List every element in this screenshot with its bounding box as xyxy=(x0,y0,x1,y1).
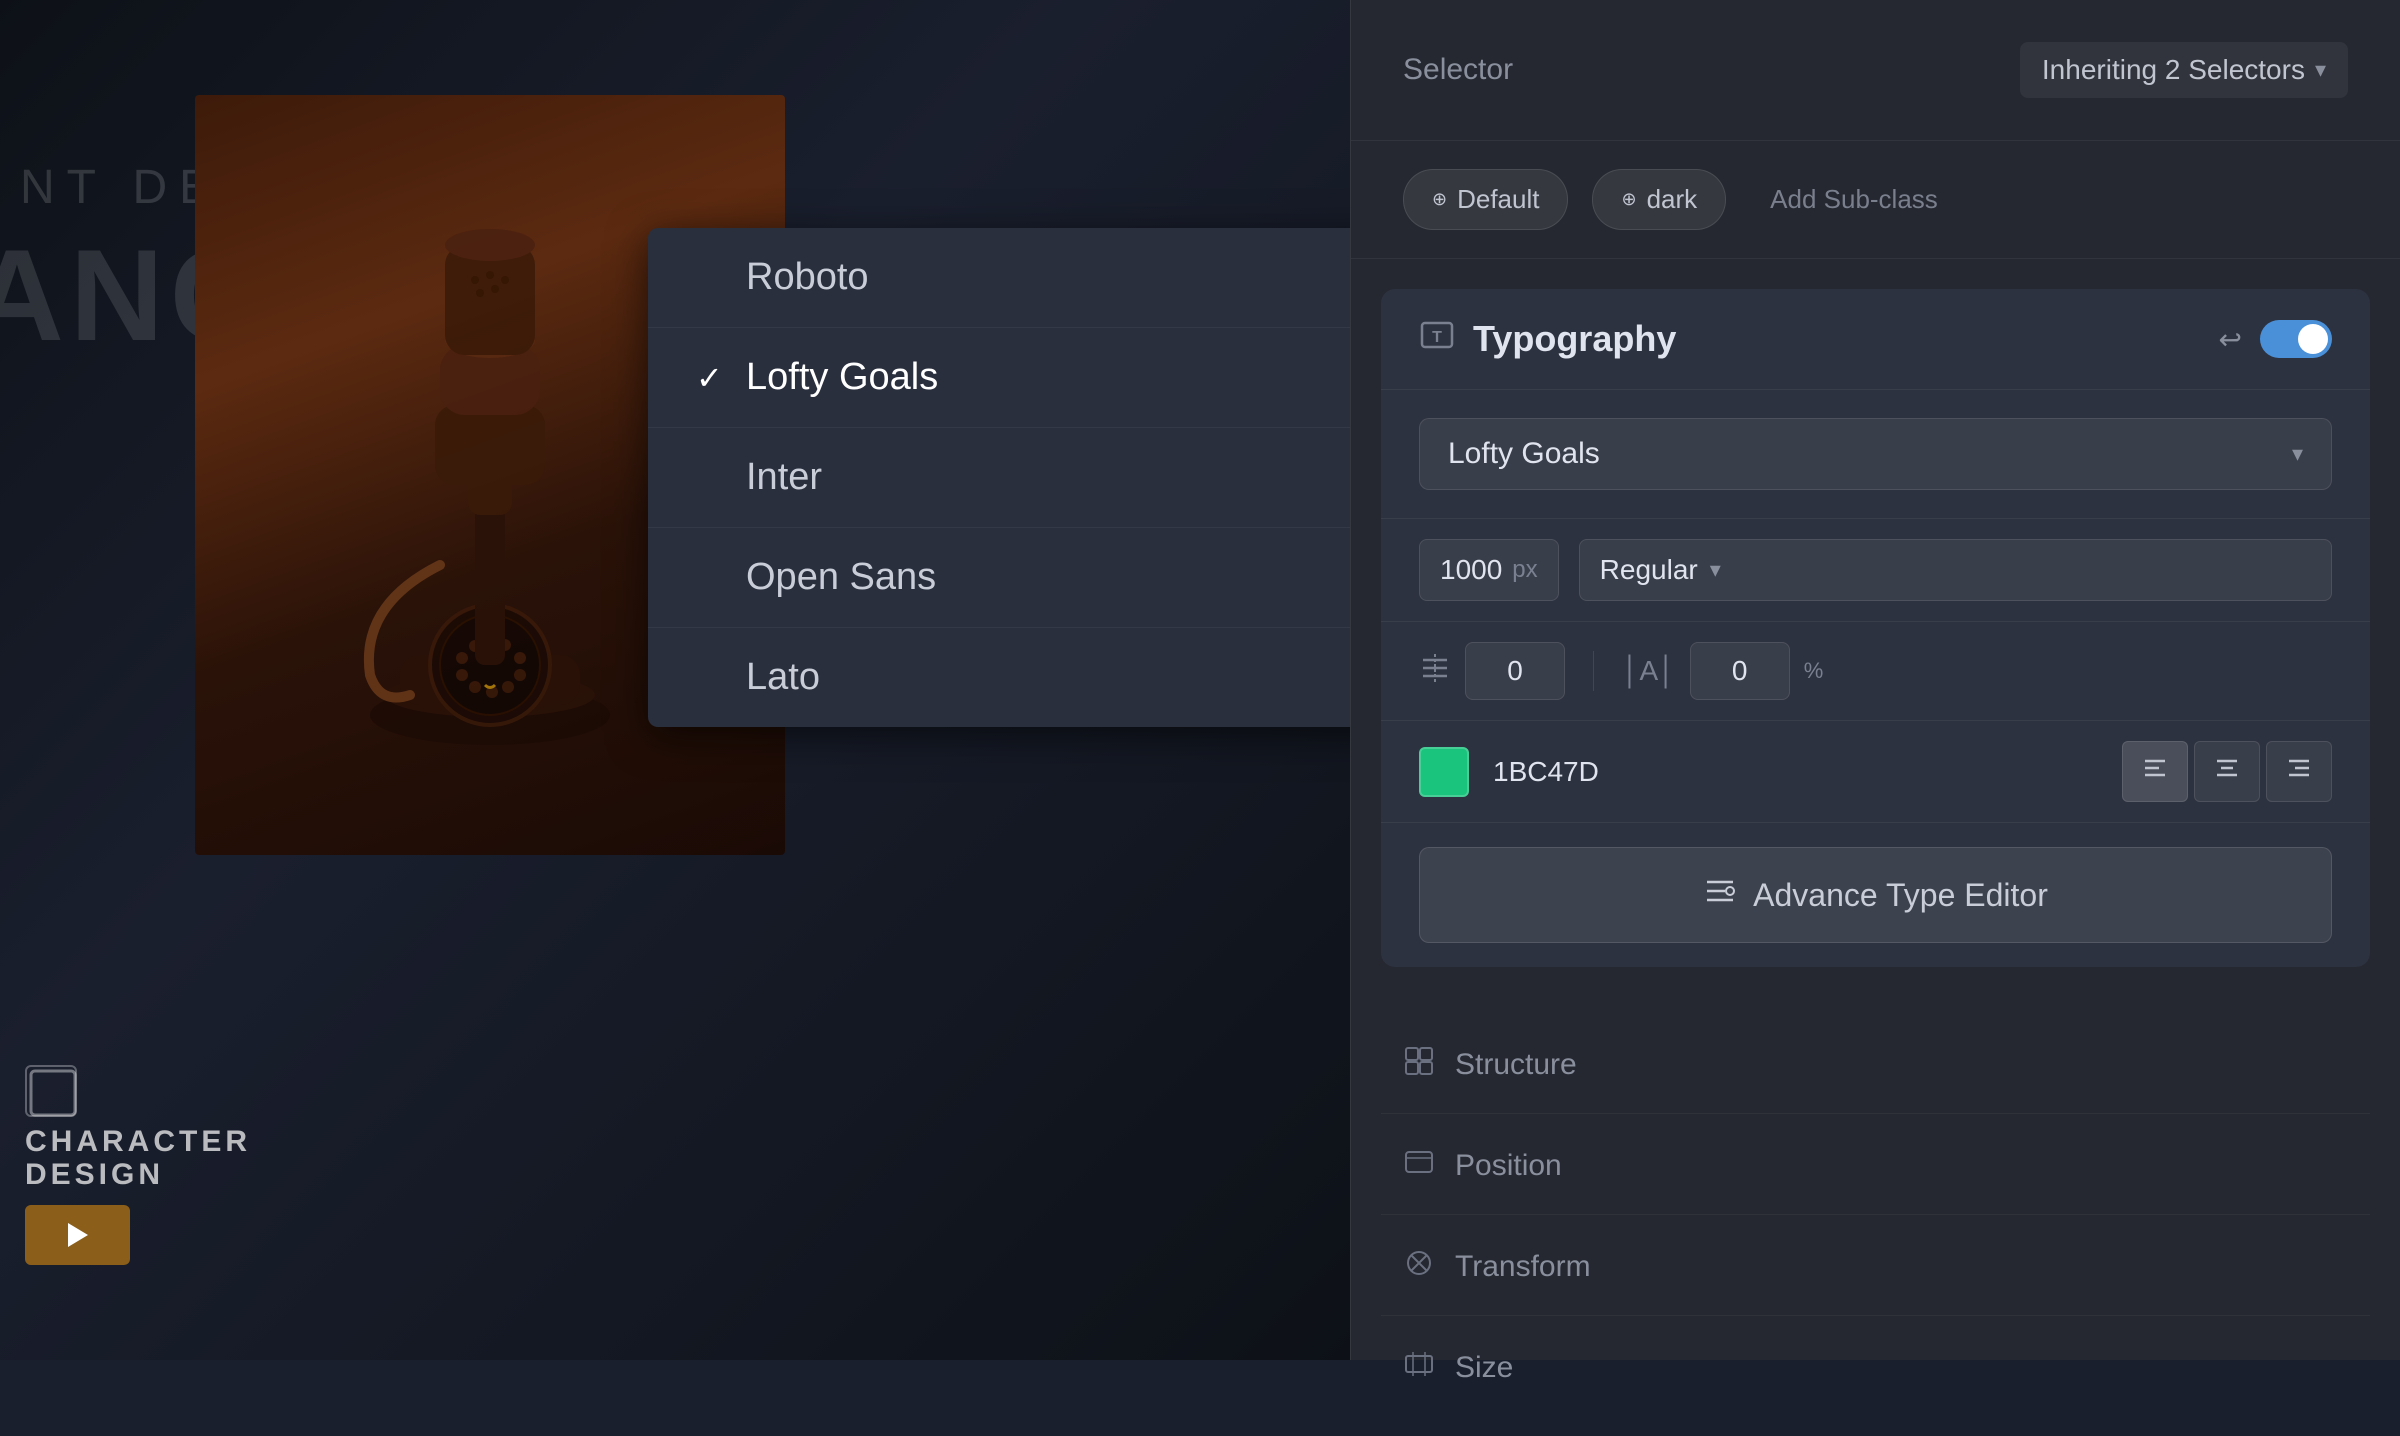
card-title: CHARACTER DESIGN xyxy=(25,1125,251,1191)
transform-section[interactable]: Transform xyxy=(1381,1219,2370,1316)
font-size-value: 1000 xyxy=(1440,554,1502,586)
typography-header: T Typography ↩ xyxy=(1381,289,2370,390)
selector-row: Selector Inheriting 2 Selectors ▾ xyxy=(1351,0,2400,141)
typography-actions: ↩ xyxy=(2219,320,2332,358)
toggle-thumb xyxy=(2298,324,2328,354)
align-buttons-group xyxy=(2122,741,2332,802)
color-align-row: 1BC47D xyxy=(1381,721,2370,823)
advance-type-editor-button[interactable]: Advance Type Editor xyxy=(1419,847,2332,943)
letter-spacing-unit: % xyxy=(1804,658,1824,684)
size-label: Size xyxy=(1455,1351,1513,1385)
canvas-card: CHARACTER DESIGN xyxy=(25,1065,251,1265)
canvas-area: NT DESIGN ANCE + xyxy=(0,0,1350,1360)
undo-button[interactable]: ↩ xyxy=(2219,323,2242,356)
structure-label: Structure xyxy=(1455,1048,1577,1082)
size-icon xyxy=(1403,1348,1435,1388)
letter-spacing-icon: │A│ xyxy=(1622,655,1676,687)
weight-chevron-icon: ▾ xyxy=(1710,557,1721,583)
font-weight-label: Regular xyxy=(1600,554,1698,586)
font-item-roboto[interactable]: Roboto xyxy=(648,228,1350,328)
font-item-open-sans[interactable]: Open Sans xyxy=(648,528,1350,628)
typography-title: Typography xyxy=(1473,318,1676,360)
play-button[interactable] xyxy=(25,1205,130,1265)
font-dropdown: Roboto ✓ Lofty Goals Inter Open Sans Lat… xyxy=(648,228,1350,727)
align-left-button[interactable] xyxy=(2122,741,2188,802)
selector-dropdown[interactable]: Inheriting 2 Selectors ▾ xyxy=(2020,42,2348,98)
size-weight-row: 1000 px Regular ▾ xyxy=(1381,519,2370,622)
telephone-illustration xyxy=(330,185,650,765)
font-item-lato[interactable]: Lato xyxy=(648,628,1350,727)
font-select-row: Lofty Goals ▾ xyxy=(1381,390,2370,519)
advance-btn-label: Advance Type Editor xyxy=(1753,877,2048,914)
right-panel: Selector Inheriting 2 Selectors ▾ ⊕ Defa… xyxy=(1350,0,2400,1360)
dark-label: dark xyxy=(1647,184,1698,215)
letter-spacing-input[interactable] xyxy=(1690,642,1790,700)
font-size-unit: px xyxy=(1512,556,1537,584)
line-height-input[interactable] xyxy=(1465,642,1565,700)
structure-icon xyxy=(1403,1045,1435,1085)
default-label: Default xyxy=(1457,184,1539,215)
color-swatch[interactable] xyxy=(1419,747,1469,797)
font-chevron-icon: ▾ xyxy=(2292,441,2303,467)
card-icon xyxy=(25,1065,77,1117)
selector-value-text: Inheriting 2 Selectors xyxy=(2042,54,2305,86)
chevron-down-icon: ▾ xyxy=(2315,57,2326,83)
advance-btn-icon xyxy=(1703,874,1737,916)
selector-label: Selector xyxy=(1403,53,1513,87)
font-item-lofty-goals[interactable]: ✓ Lofty Goals xyxy=(648,328,1350,428)
subclass-row: ⊕ Default ⊕ dark Add Sub-class xyxy=(1351,141,2400,259)
font-size-input[interactable]: 1000 px xyxy=(1419,539,1559,601)
dot-icon-default: ⊕ xyxy=(1432,189,1447,210)
dot-icon-dark: ⊕ xyxy=(1621,189,1636,210)
size-section[interactable]: Size xyxy=(1381,1320,2370,1416)
font-select-label: Lofty Goals xyxy=(1448,437,1600,471)
spacing-separator xyxy=(1593,651,1594,691)
font-item-inter[interactable]: Inter xyxy=(648,428,1350,528)
transform-icon xyxy=(1403,1247,1435,1287)
position-section[interactable]: Position xyxy=(1381,1118,2370,1215)
align-right-button[interactable] xyxy=(2266,741,2332,802)
other-sections: Structure Position Transform xyxy=(1351,997,2400,1436)
position-icon xyxy=(1403,1146,1435,1186)
dark-subclass-btn[interactable]: ⊕ dark xyxy=(1592,169,1726,230)
play-triangle-icon xyxy=(68,1223,88,1247)
align-center-button[interactable] xyxy=(2194,741,2260,802)
default-subclass-btn[interactable]: ⊕ Default xyxy=(1403,169,1568,230)
line-height-icon xyxy=(1419,652,1451,691)
transform-label: Transform xyxy=(1455,1250,1591,1284)
typography-toggle[interactable] xyxy=(2260,320,2332,358)
add-subclass-btn[interactable]: Add Sub-class xyxy=(1750,170,1958,229)
position-label: Position xyxy=(1455,1149,1562,1183)
color-hex-value: 1BC47D xyxy=(1493,756,2098,788)
typography-section: T Typography ↩ Lofty Goals ▾ 1000 xyxy=(1381,289,2370,967)
line-height-item xyxy=(1419,642,1565,700)
letter-spacing-item: │A│ % xyxy=(1622,642,1823,700)
structure-section[interactable]: Structure xyxy=(1381,1017,2370,1114)
font-weight-select[interactable]: Regular ▾ xyxy=(1579,539,2332,601)
font-select-button[interactable]: Lofty Goals ▾ xyxy=(1419,418,2332,490)
spacing-row: │A│ % xyxy=(1381,622,2370,721)
svg-text:T: T xyxy=(1432,329,1442,346)
typography-title-group: T Typography xyxy=(1419,317,1676,361)
check-icon: ✓ xyxy=(696,359,726,397)
typography-icon: T xyxy=(1419,317,1455,361)
